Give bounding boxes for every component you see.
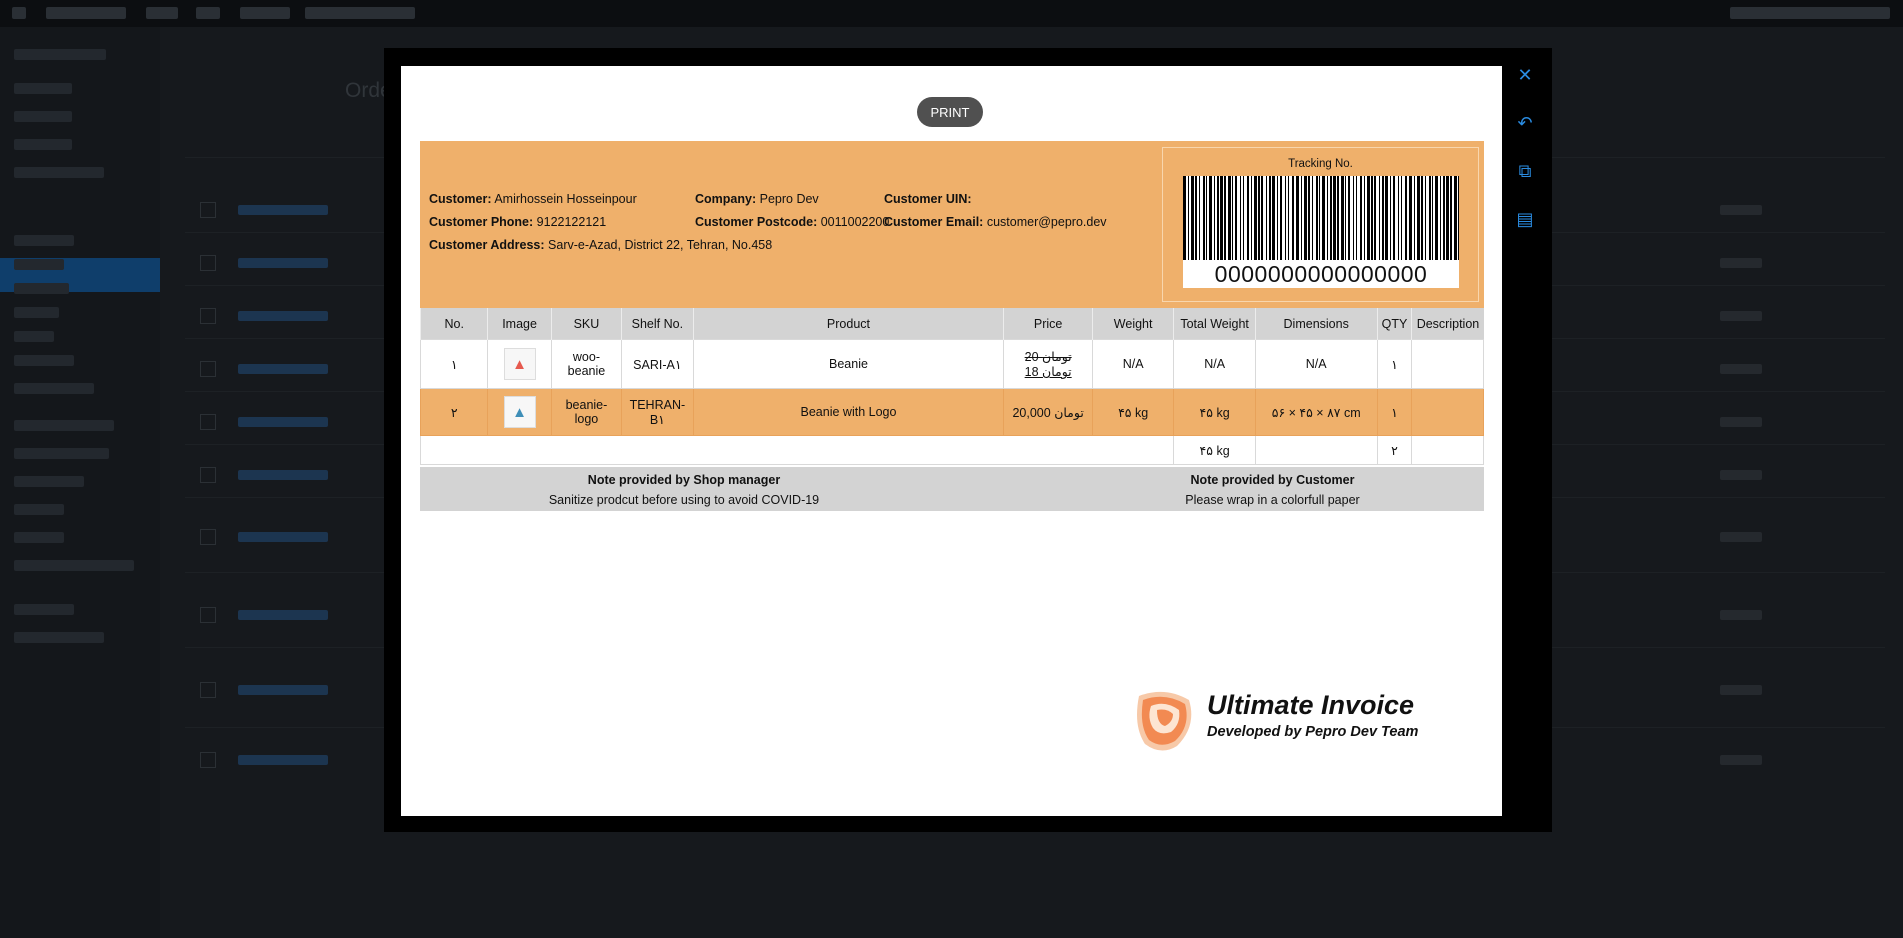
- customer-note-title: Note provided by Customer: [1190, 473, 1355, 487]
- row-no: ۱: [419, 339, 489, 389]
- row-total-weight: ۴۵ kg: [1173, 388, 1256, 436]
- admin-bar: [0, 0, 1903, 27]
- tracking-box: Tracking No. 0000000000000000: [1162, 147, 1479, 302]
- row-shelf: SARI-A۱: [621, 339, 694, 389]
- items-table: No. Image SKU Shelf No. Product Price We…: [419, 308, 1484, 465]
- table-row: ۲ ▲ beanie-logo TEHRAN-B۱ Beanie with Lo…: [419, 388, 1484, 436]
- customer-postcode: Customer Postcode: 0011002200: [695, 215, 890, 229]
- customer-name: Customer: Amirhossein Hosseinpour: [429, 192, 637, 206]
- row-price: 20,000 تومان: [1003, 388, 1093, 436]
- col-qty: QTY: [1376, 308, 1412, 340]
- shop-note-title: Note provided by Shop manager: [587, 473, 781, 487]
- row-description: [1411, 388, 1484, 436]
- customer-note-text: Please wrap in a colorfull paper: [1185, 493, 1360, 507]
- print-button[interactable]: PRINT: [917, 97, 983, 127]
- row-image: ▲: [487, 339, 552, 389]
- col-total-weight: Total Weight: [1173, 308, 1256, 340]
- row-qty: ۱: [1376, 388, 1413, 436]
- col-sku: SKU: [550, 308, 622, 340]
- customer-address: Customer Address: Sarv-e-Azad, District …: [429, 238, 773, 252]
- document-icon[interactable]: ▤: [1512, 206, 1538, 232]
- tracking-label: Tracking No.: [1288, 158, 1353, 170]
- customer-note: Note provided by Customer Please wrap in…: [1020, 467, 1525, 507]
- ultimate-invoice-logo: Ultimate Invoice Developed by Pepro Dev …: [1131, 686, 1451, 756]
- customer-phone: Customer Phone: 9122122121: [429, 215, 607, 229]
- customer-uin: Customer UIN:: [884, 192, 972, 206]
- col-weight: Weight: [1091, 308, 1174, 340]
- logo-title: Ultimate Invoice: [1207, 690, 1415, 720]
- logo-icon: [1137, 691, 1192, 751]
- row-qty: ۱: [1376, 339, 1413, 389]
- total-qty: ۲: [1376, 435, 1413, 465]
- tracking-number: 0000000000000000: [1183, 260, 1459, 288]
- price-old: 20 تومان: [1024, 350, 1072, 364]
- beanie-image-icon: ▲: [503, 348, 536, 380]
- row-dimensions: N/A: [1254, 339, 1378, 389]
- col-dimensions: Dimensions: [1254, 308, 1378, 340]
- row-total-weight: N/A: [1173, 339, 1256, 389]
- shop-note: Note provided by Shop manager Sanitize p…: [420, 467, 948, 507]
- row-weight: ۴۵ kg: [1091, 388, 1175, 436]
- notes-panel: Note provided by Shop manager Sanitize p…: [420, 467, 1484, 511]
- logo-subtitle: Developed by Pepro Dev Team: [1207, 724, 1419, 740]
- col-shelf: Shelf No.: [621, 308, 694, 340]
- row-weight: N/A: [1091, 339, 1175, 389]
- invoice-sheet: PRINT Customer: Amirhossein Hosseinpour …: [401, 66, 1502, 816]
- row-no: ۲: [419, 388, 489, 436]
- row-sku: woo-beanie: [550, 339, 623, 389]
- row-price: 20 تومان 18 تومان: [1003, 339, 1093, 389]
- row-product: Beanie: [692, 339, 1005, 389]
- total-weight: ۴۵ kg: [1173, 435, 1256, 465]
- row-image: ▲: [487, 388, 552, 436]
- row-sku: beanie-logo: [550, 388, 623, 436]
- row-dimensions: ۵۶ × ۴۵ × ۸۷ cm: [1254, 388, 1378, 436]
- admin-sidebar: [0, 27, 160, 938]
- col-price: Price: [1003, 308, 1093, 340]
- table-row: ۱ ▲ woo-beanie SARI-A۱ Beanie 20 تومان 1…: [419, 339, 1484, 389]
- price-new: 18 تومان: [1024, 365, 1072, 379]
- beanie-logo-image-icon: ▲: [503, 396, 536, 428]
- undo-icon[interactable]: ↶: [1512, 110, 1538, 136]
- col-image: Image: [487, 308, 552, 340]
- shop-note-text: Sanitize prodcut before using to avoid C…: [548, 493, 820, 507]
- close-icon[interactable]: ✕: [1512, 62, 1538, 88]
- totals-row: ۴۵ kg ۲: [419, 435, 1484, 465]
- row-description: [1411, 339, 1484, 389]
- customer-email: Customer Email: customer@pepro.dev: [884, 215, 1107, 229]
- row-shelf: TEHRAN-B۱: [621, 388, 694, 436]
- customer-company: Company: Pepro Dev: [695, 192, 819, 206]
- col-description: Description: [1411, 308, 1484, 340]
- col-no: No.: [419, 308, 488, 340]
- external-link-icon[interactable]: ⧉: [1512, 158, 1538, 184]
- col-product: Product: [692, 308, 1004, 340]
- invoice-header: Customer: Amirhossein Hosseinpour Compan…: [420, 141, 1484, 308]
- barcode-image: [1183, 176, 1459, 262]
- row-product: Beanie with Logo: [692, 388, 1005, 436]
